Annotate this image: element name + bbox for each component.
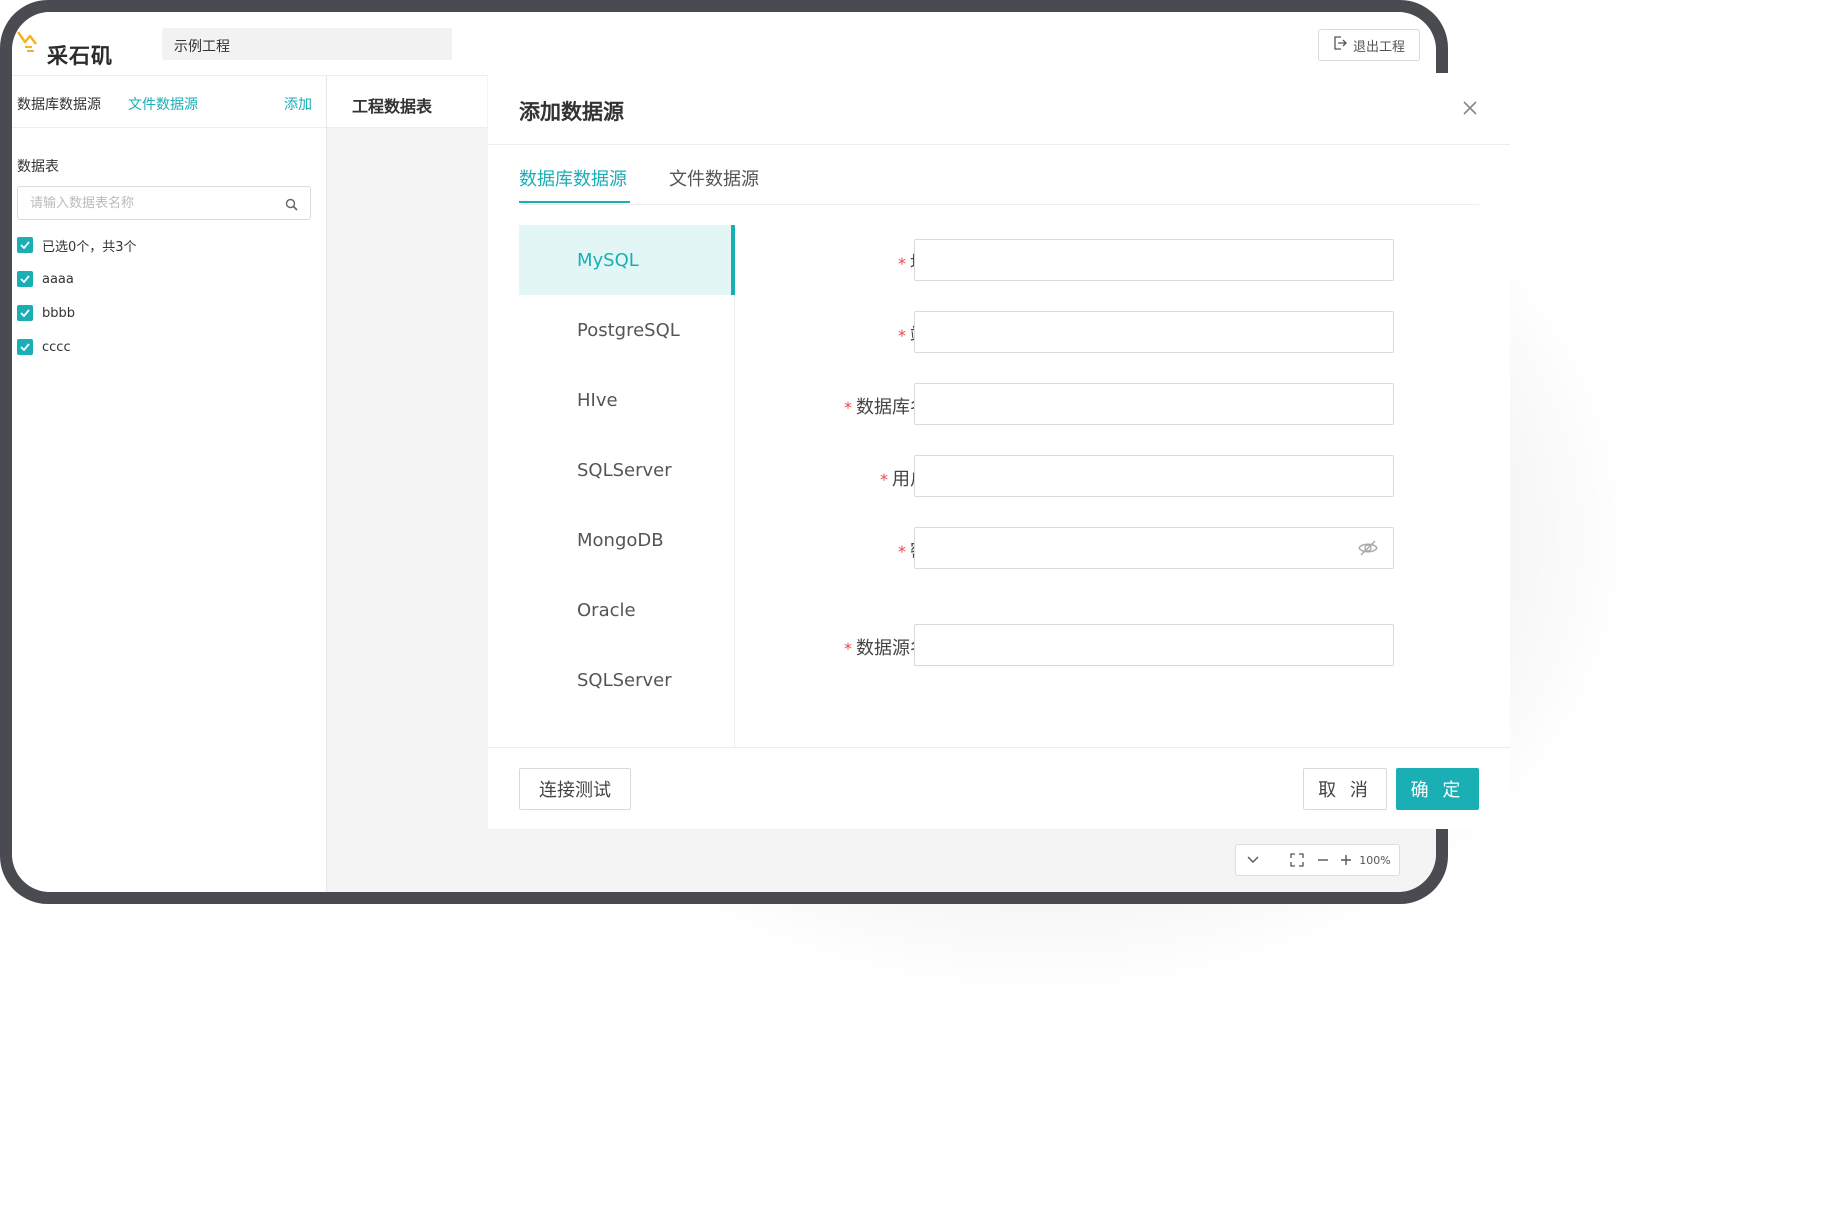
app-header: 采石矶 示例工程 退出工程 [12,12,1436,76]
checkbox-checked-icon[interactable] [17,339,33,355]
form-row-db-name: * 数据库名称 [735,383,1435,425]
project-name: 示例工程 [174,39,230,55]
left-panel-tabs: 数据库数据源 文件数据源 添加 [12,76,326,128]
username-field-box [914,455,1394,497]
dialog-tabs: 数据库数据源 文件数据源 [519,145,1479,205]
datasource-name-input[interactable] [915,625,1393,665]
zoom-in-icon[interactable] [1334,854,1358,866]
form-row-username: *用户名 [735,455,1435,497]
search-icon[interactable] [285,196,298,215]
canvas-title: 工程数据表 [352,97,433,116]
table-list-item[interactable]: aaaa [17,270,74,288]
dialog-footer: 连接测试 取 消 确 定 [488,747,1510,829]
form-row-address: *地址 [735,239,1435,281]
db-type-item[interactable]: SQLServer [519,435,735,505]
tab-file-sources[interactable]: 文件数据源 [128,94,198,114]
required-mark: * [844,639,852,658]
close-icon[interactable] [1460,98,1480,118]
zoom-level: 100% [1359,853,1391,867]
form-row-port: *端口 [735,311,1435,353]
tab-database-datasource[interactable]: 数据库数据源 [519,165,630,203]
db-type-item[interactable]: MongoDB [519,505,735,575]
form-row-datasource-name: * 数据源名称 [735,624,1435,666]
required-mark: * [844,398,852,417]
checkbox-checked-icon[interactable] [17,271,33,287]
table-search-input[interactable] [18,187,268,219]
connection-test-button[interactable]: 连接测试 [519,768,631,810]
db-type-item[interactable]: Oracle [519,575,735,645]
section-title: 数据表 [17,159,59,175]
table-list-item[interactable]: cccc [17,338,71,356]
confirm-button[interactable]: 确 定 [1396,768,1479,810]
logo-icon [16,30,38,56]
port-field-box [914,311,1394,353]
exit-project-label: 退出工程 [1352,39,1405,55]
required-mark: * [898,254,906,273]
password-field-box [914,527,1394,569]
port-input[interactable] [915,312,1393,352]
checkbox-checked-icon[interactable] [17,237,33,253]
db-name-input[interactable] [915,384,1393,424]
db-name-field-box [914,383,1394,425]
left-panel: 数据库数据源 文件数据源 添加 数据表 已选0个，共3个 [12,76,327,892]
db-type-item[interactable]: HIve [519,365,735,435]
chevron-down-icon[interactable] [1236,856,1270,864]
form-row-password: *密码 [735,527,1435,569]
exit-icon [1333,36,1348,54]
address-input[interactable] [915,240,1393,280]
table-name: bbbb [42,305,76,321]
required-mark: * [898,542,906,561]
cancel-button[interactable]: 取 消 [1303,768,1387,810]
checkbox-checked-icon[interactable] [17,305,33,321]
add-datasource-dialog: 添加数据源 数据库数据源 文件数据源 MySQL PostgreSQL HIve… [488,73,1510,829]
username-input[interactable] [915,456,1393,496]
table-name: aaaa [42,271,74,287]
db-type-item[interactable]: SQLServer [519,645,735,715]
dialog-title: 添加数据源 [519,100,624,124]
db-type-list: MySQL PostgreSQL HIve SQLServer MongoDB … [519,225,735,747]
select-summary: 已选0个，共3个 [42,239,137,255]
table-list-item[interactable]: bbbb [17,304,75,322]
db-type-item[interactable]: MySQL [519,225,735,295]
dialog-header: 添加数据源 [488,73,1510,145]
tab-database-sources[interactable]: 数据库数据源 [17,94,101,114]
address-field-box [914,239,1394,281]
app-title: 采石矶 [47,44,113,68]
table-search-box [17,186,311,220]
zoom-toolbar: 100% [1235,844,1400,876]
canvas-header: 工程数据表 [327,76,487,128]
required-mark: * [880,470,888,489]
table-name: cccc [42,339,71,355]
project-name-field[interactable]: 示例工程 [162,28,452,60]
tab-file-datasource[interactable]: 文件数据源 [669,165,759,191]
datasource-name-field-box [914,624,1394,666]
select-all-row[interactable]: 已选0个，共3个 [17,236,137,255]
required-mark: * [898,326,906,345]
db-type-item[interactable]: PostgreSQL [519,295,735,365]
fullscreen-icon[interactable] [1282,853,1312,867]
eye-hidden-icon[interactable] [1357,538,1379,562]
add-source-link[interactable]: 添加 [284,94,312,114]
password-input[interactable] [915,528,1393,568]
zoom-out-icon[interactable] [1312,854,1334,866]
exit-project-button[interactable]: 退出工程 [1318,29,1420,61]
